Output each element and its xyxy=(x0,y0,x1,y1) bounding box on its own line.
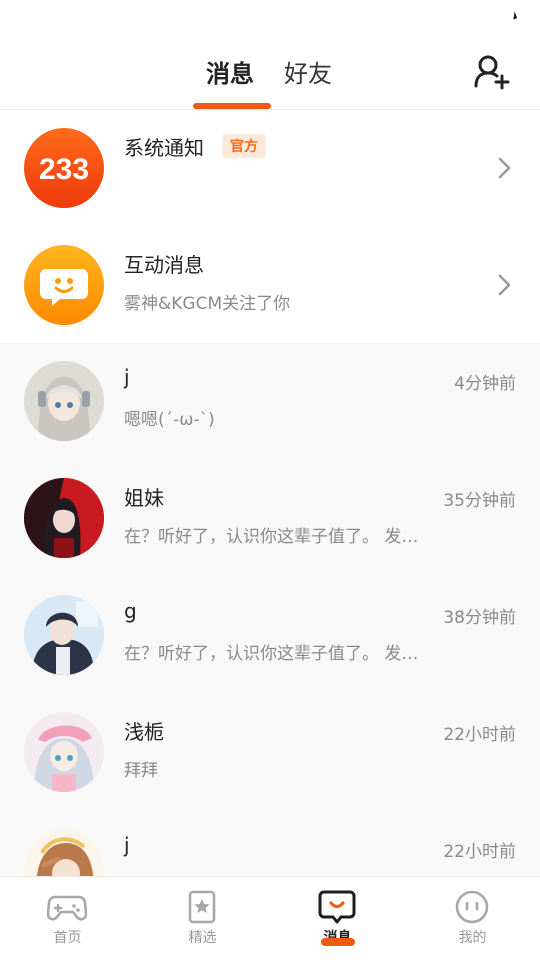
message-time: 4分钟前 xyxy=(454,374,516,394)
last-message: 在？听好了，认识你这辈子值了。 发… xyxy=(124,527,419,547)
contact-name: g xyxy=(124,599,137,623)
active-nav-indicator xyxy=(321,938,355,946)
signal-icon xyxy=(510,11,518,20)
top-header: 消息 好友 xyxy=(0,36,540,110)
add-person-icon[interactable] xyxy=(472,52,512,92)
avatar xyxy=(24,595,104,675)
face-icon xyxy=(455,890,489,924)
conversation-row[interactable]: g 在？听好了，认识你这辈子值了。 发… 38分钟前 xyxy=(0,577,540,694)
nav-home[interactable]: 首页 xyxy=(0,877,135,960)
messages-screen: 消息 好友 233 系统通知 官方 互动消息 雾神&KGCM关注了你 j 嗯嗯(… xyxy=(0,0,540,960)
gamepad-icon xyxy=(47,895,87,921)
logo-233-icon: 233 xyxy=(39,153,89,186)
nav-label: 首页 xyxy=(53,930,82,946)
avatar xyxy=(24,361,104,441)
conversation-row[interactable]: j 22小时前 xyxy=(0,811,540,876)
svg-text:233: 233 xyxy=(39,153,89,186)
star-bookmark-icon xyxy=(188,890,216,924)
avatar xyxy=(24,712,104,792)
last-message: 在？听好了，认识你这辈子值了。 发… xyxy=(124,644,419,664)
tab-friends[interactable]: 好友 xyxy=(284,54,332,89)
chevron-right-icon xyxy=(498,157,511,179)
row-title: 互动消息 xyxy=(124,253,204,277)
contact-name: j xyxy=(124,365,130,389)
message-time: 22小时前 xyxy=(443,842,516,862)
message-time: 35分钟前 xyxy=(443,491,516,511)
status-bar xyxy=(0,0,540,36)
avatar xyxy=(24,478,104,558)
chevron-right-icon xyxy=(498,274,511,296)
row-title: 系统通知 xyxy=(124,136,204,160)
nav-label: 我的 xyxy=(458,930,487,946)
conversation-row[interactable]: 姐妹 在？听好了，认识你这辈子值了。 发… 35分钟前 xyxy=(0,460,540,577)
contact-name: j xyxy=(124,833,130,857)
smiley-chat-icon xyxy=(40,269,88,306)
nav-featured[interactable]: 精选 xyxy=(135,877,270,960)
system-notification-row[interactable]: 233 系统通知 官方 xyxy=(0,110,540,227)
row-subtitle: 雾神&KGCM关注了你 xyxy=(124,294,291,314)
bottom-navigation: 首页 精选 消息 我的 xyxy=(0,876,540,960)
system-avatar: 233 xyxy=(24,128,104,208)
last-message: 拜拜 xyxy=(124,761,158,781)
conversation-row[interactable]: 浅栀 拜拜 22小时前 xyxy=(0,694,540,811)
contact-name: 浅栀 xyxy=(124,720,164,744)
message-bubble-icon xyxy=(318,890,356,924)
tab-messages[interactable]: 消息 xyxy=(206,54,254,89)
official-badge: 官方 xyxy=(222,134,266,158)
contact-name: 姐妹 xyxy=(124,486,164,510)
nav-label: 精选 xyxy=(188,930,217,946)
active-tab-indicator xyxy=(193,103,271,109)
interaction-messages-row[interactable]: 互动消息 雾神&KGCM关注了你 xyxy=(0,227,540,344)
conversation-row[interactable]: j 嗯嗯(´-ω-`) 4分钟前 xyxy=(0,343,540,460)
interaction-avatar xyxy=(24,245,104,325)
message-time: 22小时前 xyxy=(443,725,516,745)
last-message: 嗯嗯(´-ω-`) xyxy=(124,410,215,430)
message-time: 38分钟前 xyxy=(443,608,516,628)
avatar xyxy=(24,829,104,876)
nav-profile[interactable]: 我的 xyxy=(405,877,540,960)
nav-messages[interactable]: 消息 xyxy=(270,877,405,960)
